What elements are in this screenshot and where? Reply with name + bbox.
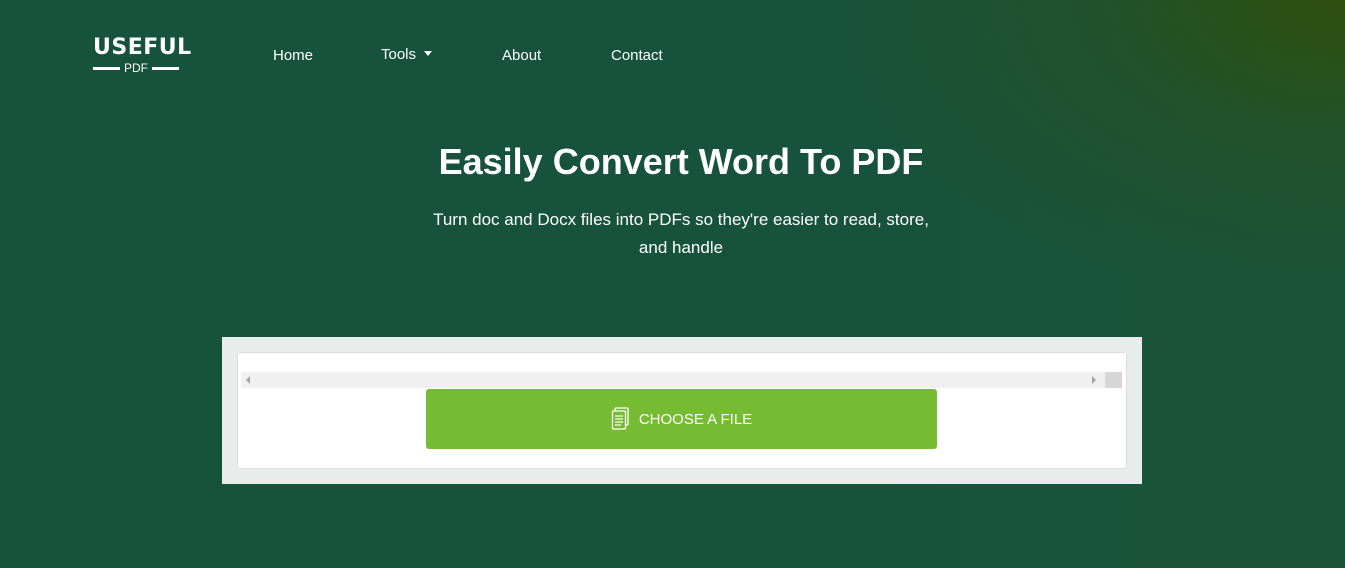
scrollbar-thumb[interactable] xyxy=(1105,372,1122,388)
logo-wordmark: USEFUL xyxy=(93,35,192,60)
chevron-down-icon xyxy=(424,50,433,56)
upload-card: CHOOSE A FILE xyxy=(237,352,1127,469)
document-icon xyxy=(611,407,629,430)
logo-line-right xyxy=(152,66,179,70)
choose-file-button[interactable]: CHOOSE A FILE xyxy=(426,389,937,449)
choose-file-label: CHOOSE A FILE xyxy=(638,410,753,428)
logo-subtitle: PDF xyxy=(93,61,179,75)
scroll-left-arrow-icon[interactable] xyxy=(246,376,250,384)
site-logo[interactable]: USEFUL PDF xyxy=(93,36,191,78)
nav-about[interactable]: About xyxy=(502,46,541,66)
logo-line-left xyxy=(93,66,120,70)
nav-tools-label: Tools xyxy=(381,46,417,63)
page-title: Easily Convert Word To PDF xyxy=(438,141,924,182)
page-subtitle: Turn doc and Docx files into PDFs so the… xyxy=(433,210,929,257)
logo-subtitle-text: PDF xyxy=(124,61,148,75)
horizontal-scrollbar[interactable] xyxy=(241,372,1122,388)
nav-home[interactable]: Home xyxy=(273,46,313,66)
upload-panel: CHOOSE A FILE xyxy=(222,337,1142,484)
scroll-right-arrow-icon[interactable] xyxy=(1092,376,1096,384)
nav-tools[interactable]: Tools xyxy=(381,45,433,65)
nav-contact[interactable]: Contact xyxy=(611,46,663,66)
